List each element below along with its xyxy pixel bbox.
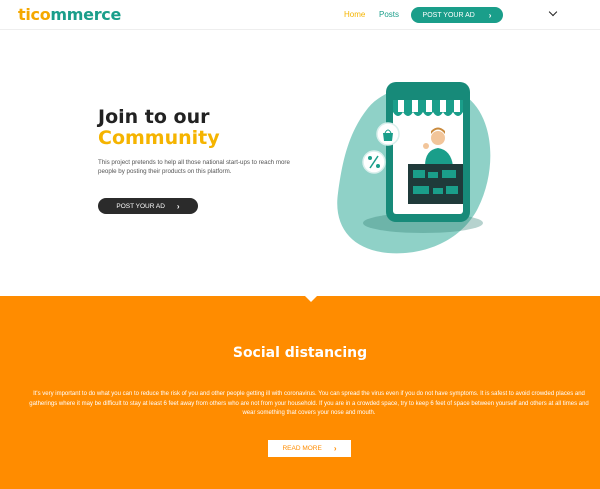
nav-home-link[interactable]: Home	[344, 10, 365, 19]
logo-part-1: tico	[18, 5, 51, 24]
chevron-down-icon[interactable]	[548, 7, 558, 17]
hero-post-ad-button[interactable]: POST YOUR AD ›	[98, 198, 198, 214]
section-text: It's very important to do what you can t…	[29, 391, 589, 416]
chevron-right-icon: ›	[488, 10, 492, 20]
nav-post-ad-label: POST YOUR AD	[422, 11, 475, 19]
chevron-right-icon: ›	[176, 201, 180, 211]
read-more-label: READ MORE	[282, 445, 322, 452]
hero-post-ad-label: POST YOUR AD	[116, 202, 165, 210]
hero-title-line-1: Join to our	[98, 106, 210, 128]
section-notch	[305, 296, 317, 302]
hero-description: This project pretends to help all those …	[98, 159, 290, 175]
logo-part-2: mmerce	[50, 5, 122, 24]
shop-illustration	[337, 82, 491, 254]
section-title: Social distancing	[232, 345, 368, 361]
nav-post-ad-button[interactable]: POST YOUR AD ›	[411, 7, 503, 23]
nav-posts-link[interactable]: Posts	[379, 10, 399, 19]
chevron-right-icon: ›	[333, 444, 337, 453]
navbar: ticommerce Home Posts POST YOUR AD ›	[0, 0, 600, 30]
read-more-button[interactable]: READ MORE ›	[268, 440, 351, 457]
person-head	[431, 131, 445, 145]
hero-title-line-2: Community	[98, 127, 220, 149]
logo[interactable]: ticommerce	[18, 5, 121, 24]
